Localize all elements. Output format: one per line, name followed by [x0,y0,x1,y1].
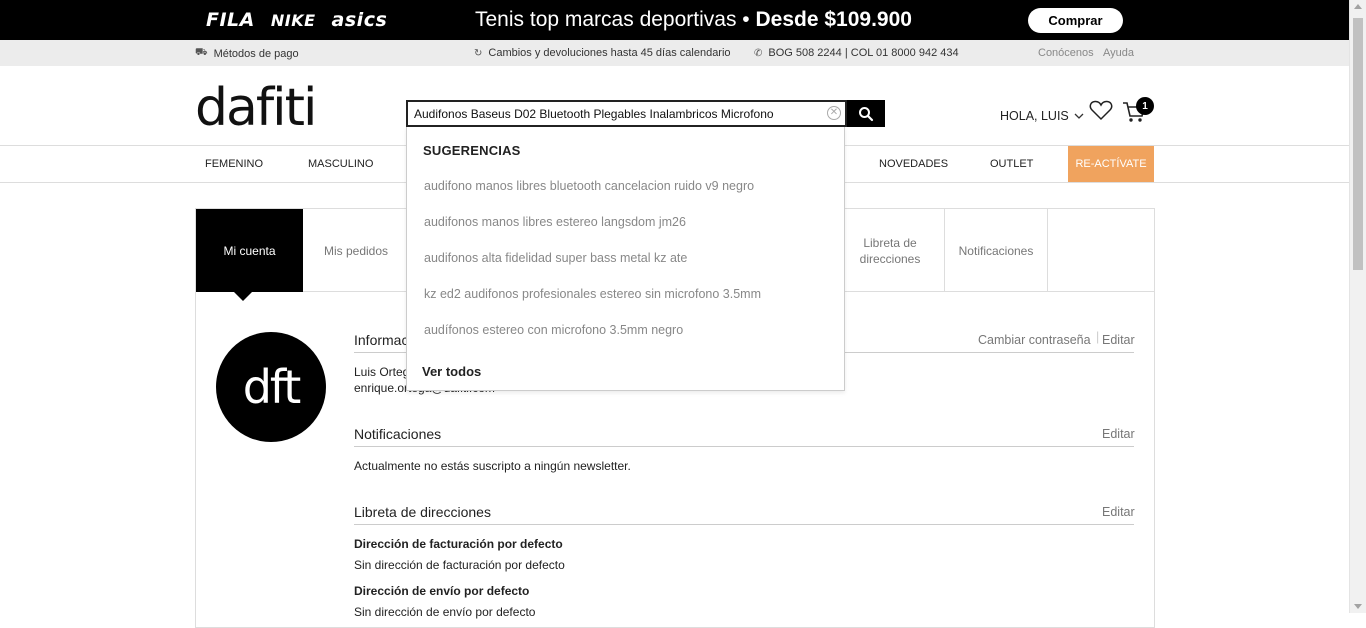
cart-count-badge: 1 [1136,97,1154,115]
suggestion-item[interactable]: audifonos alta fidelidad super bass meta… [424,251,687,265]
tab-mi-cuenta[interactable]: Mi cuenta [196,209,303,292]
search-input[interactable] [408,102,818,125]
shipping-address-text: Sin dirección de envío por defecto [354,605,536,619]
promo-headline-price: Desde $109.900 [755,8,912,31]
edit-addresses-link[interactable]: Editar [1102,505,1135,519]
nike-logo: NIKE [270,10,316,30]
notifications-text: Actualmente no estás suscripto a ningún … [354,459,631,473]
returns-label: Cambios y devoluciones hasta 45 días cal… [488,47,731,59]
suggestion-item[interactable]: kz ed2 audifonos profesionales estereo s… [424,287,761,301]
promo-headline: Tenis top marcas deportivas • Desde $109… [475,8,912,32]
returns-link[interactable]: ↻ Cambios y devoluciones hasta 45 días c… [474,47,731,59]
search-button[interactable] [847,100,885,127]
divider [354,524,1134,525]
greeting-label: HOLA, LUIS [1000,109,1069,123]
search-icon [859,106,874,121]
avatar: dft [216,332,326,442]
tab-notificaciones[interactable]: Notificaciones [945,209,1048,292]
suggestion-item[interactable]: audifonos manos libres estereo langsdom … [424,215,686,229]
nav-outlet[interactable]: OUTLET [990,158,1033,170]
promo-banner[interactable]: FILA NIKE asics Tenis top marcas deporti… [0,0,1349,40]
truck-icon: ⛟ [195,47,208,58]
phone-icon: ✆ [754,47,763,59]
phone-info: ✆ BOG 508 2244 | COL 01 8000 942 434 [754,47,959,59]
account-menu[interactable]: HOLA, LUIS [1000,109,1084,123]
help-link[interactable]: Ayuda [1103,47,1134,59]
refresh-icon: ↻ [474,47,483,59]
payment-methods-link[interactable]: ⛟ Métodos de pago [195,47,299,60]
suggestion-item[interactable]: audífonos estereo con microfono 3.5mm ne… [424,323,683,337]
nav-reactivate[interactable]: RE-ACTÍVATE [1068,146,1154,182]
page-scrollbar[interactable] [1349,0,1366,613]
addresses-section-title: Libreta de direcciones [354,504,491,520]
fila-logo: FILA [206,9,255,31]
scroll-up-icon[interactable] [1354,4,1362,9]
tab-mis-pedidos[interactable]: Mis pedidos [303,209,409,292]
info-bar: ⛟ Métodos de pago ↻ Cambios y devolucion… [0,40,1349,66]
asics-logo: asics [331,9,388,31]
brand-logos: FILA NIKE asics [206,9,387,31]
tab-libreta-direcciones[interactable]: Libreta de direcciones [836,209,945,292]
phone-label: BOG 508 2244 | COL 01 8000 942 434 [768,47,959,59]
edit-notifications-link[interactable]: Editar [1102,427,1135,441]
suggestion-item[interactable]: audifono manos libres bluetooth cancelac… [424,179,754,193]
about-link[interactable]: Conócenos [1038,47,1094,59]
scrollbar-thumb[interactable] [1353,18,1363,270]
search-suggestions: SUGERENCIAS audifono manos libres blueto… [406,127,845,391]
see-all-link[interactable]: Ver todos [422,364,481,379]
divider [354,446,1134,447]
payment-methods-label: Métodos de pago [213,47,299,60]
billing-address-text: Sin dirección de facturación por defecto [354,558,565,572]
active-tab-pointer [234,292,252,301]
billing-address-title: Dirección de facturación por defecto [354,537,563,551]
chevron-down-icon [1074,113,1084,119]
edit-info-link[interactable]: Editar [1102,333,1135,347]
site-logo[interactable]: dafiti [195,80,317,136]
buy-button[interactable]: Comprar [1028,8,1123,33]
scroll-down-icon[interactable] [1354,604,1362,609]
nav-femenino[interactable]: FEMENINO [205,158,263,170]
notifications-section-title: Notificaciones [354,426,442,442]
wishlist-button[interactable] [1089,99,1113,126]
nav-novedades[interactable]: NOVEDADES [879,158,948,170]
nav-masculino[interactable]: MASCULINO [308,158,373,170]
search-box[interactable]: ✕ [406,100,847,127]
promo-headline-text: Tenis top marcas deportivas • [475,8,750,31]
suggestions-title: SUGERENCIAS [423,143,521,158]
change-password-link[interactable]: Cambiar contraseña [978,333,1091,347]
heart-icon [1089,100,1113,121]
shipping-address-title: Dirección de envío por defecto [354,584,530,598]
clear-icon[interactable]: ✕ [827,106,841,120]
link-divider: | [1096,330,1100,344]
